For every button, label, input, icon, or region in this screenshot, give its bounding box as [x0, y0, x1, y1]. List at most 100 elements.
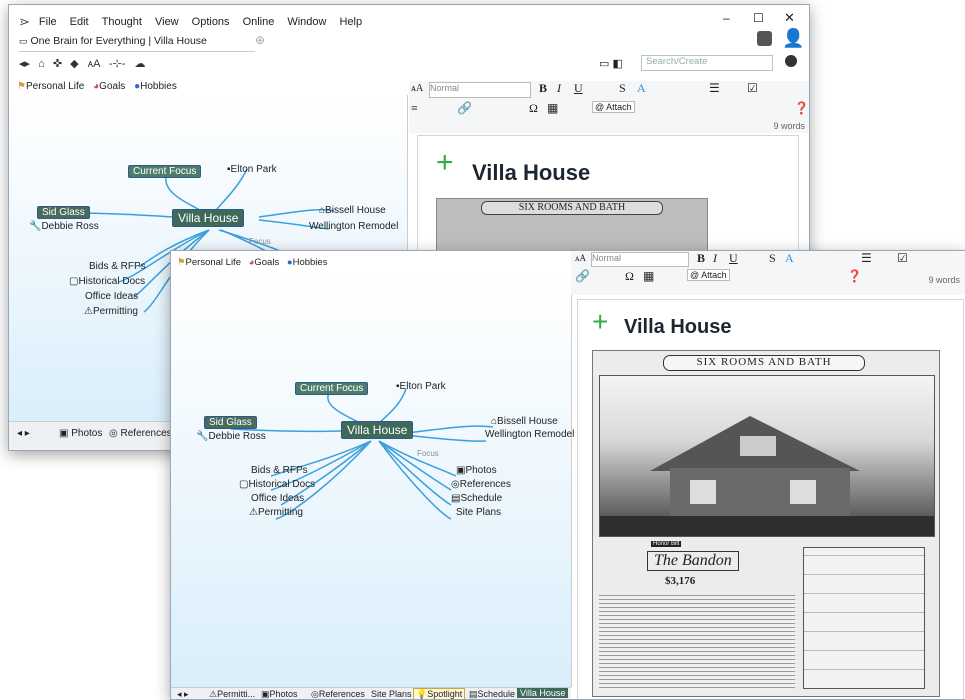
user-icon[interactable]: 👤: [782, 28, 804, 49]
node-sid-glass[interactable]: Sid Glass: [204, 416, 257, 429]
font-size-tool[interactable]: ᴀA: [575, 253, 586, 263]
pin-personal-life[interactable]: ⚑Personal Life: [17, 81, 84, 92]
menu-file[interactable]: File: [39, 16, 57, 28]
pin-goals[interactable]: ◕Goals: [249, 257, 280, 268]
pin-hobbies[interactable]: ●Hobbies: [287, 257, 328, 268]
node-elton-park[interactable]: ▪Elton Park: [227, 164, 277, 175]
menu-help[interactable]: Help: [339, 16, 362, 28]
strike-button[interactable]: S: [619, 81, 626, 96]
table-button[interactable]: ▦: [643, 269, 654, 284]
help-button[interactable]: ❓: [847, 269, 862, 284]
add-icon[interactable]: +: [436, 146, 454, 180]
italic-button[interactable]: I: [713, 251, 717, 266]
node-current-focus[interactable]: Current Focus: [128, 165, 202, 178]
checkbox-button[interactable]: ☑: [747, 81, 758, 96]
footer-nav-icon[interactable]: ◂ ▸: [177, 689, 189, 699]
link-button[interactable]: 🔗: [457, 101, 472, 116]
note-title[interactable]: Villa House: [472, 160, 590, 186]
node-debbie-ross[interactable]: 🔧Debbie Ross: [196, 431, 266, 442]
node-site-plans[interactable]: Site Plans: [456, 507, 501, 518]
bullets-button[interactable]: ☰: [861, 251, 872, 266]
bullets-button[interactable]: ☰: [709, 81, 720, 96]
node-historical-docs[interactable]: ▢Historical Docs: [239, 479, 315, 490]
footer-permitting[interactable]: ⚠Permitti...: [209, 689, 255, 699]
footer-spotlight[interactable]: 💡Spotlight: [413, 688, 466, 699]
node-debbie-ross[interactable]: 🔧Debbie Ross: [29, 221, 99, 232]
help-button[interactable]: ❓: [794, 101, 809, 116]
plex-map-front[interactable]: Current Focus ▪Elton Park Sid Glass 🔧Deb…: [171, 269, 574, 687]
pin-goals[interactable]: ◕Goals: [93, 81, 125, 92]
footer-nav-icon[interactable]: ◂ ▸: [17, 428, 30, 439]
node-bids-rfps[interactable]: Bids & RFPs: [89, 261, 146, 272]
font-color-button[interactable]: A: [637, 81, 646, 96]
omega-button[interactable]: Ω: [529, 101, 538, 116]
node-wellington-remodel[interactable]: Wellington Remodel: [309, 221, 398, 232]
checkbox-button[interactable]: ☑: [897, 251, 908, 266]
layout-icon[interactable]: -⊹-: [109, 58, 126, 70]
maximize-button[interactable]: ☐: [753, 11, 764, 25]
menu-thought[interactable]: Thought: [102, 16, 142, 28]
dice-icon[interactable]: [757, 31, 772, 46]
search-box[interactable]: Search/Create: [641, 55, 773, 71]
back-icon[interactable]: ◂▸: [19, 58, 30, 70]
node-bissell-house[interactable]: ⌂Bissell House: [319, 205, 386, 216]
menu-edit[interactable]: Edit: [70, 16, 89, 28]
node-historical-docs[interactable]: ▢Historical Docs: [69, 276, 145, 287]
cloud-icon[interactable]: ☁: [135, 58, 146, 70]
underline-button[interactable]: U: [729, 251, 738, 266]
node-permitting[interactable]: ⚠Permitting: [249, 507, 303, 518]
add-tab-button[interactable]: ⊕: [255, 33, 265, 47]
node-schedule[interactable]: ▤Schedule: [451, 493, 502, 504]
bold-button[interactable]: B: [697, 251, 705, 266]
menu-options[interactable]: Options: [192, 16, 230, 28]
font-size-icon[interactable]: ᴀA: [88, 58, 100, 70]
pin-hobbies[interactable]: ●Hobbies: [134, 81, 177, 92]
attach-button[interactable]: @ Attach: [592, 101, 635, 113]
tools-icon[interactable]: ✜: [53, 58, 62, 70]
footer-photos[interactable]: ▣Photos: [261, 689, 298, 699]
footer-references[interactable]: ◎References: [311, 689, 365, 699]
minimize-button[interactable]: –: [723, 11, 730, 25]
node-villa-house-active[interactable]: Villa House: [172, 209, 245, 227]
add-icon[interactable]: +: [592, 306, 608, 338]
node-villa-house-active[interactable]: Villa House: [341, 421, 414, 439]
brain-tab[interactable]: ▭ One Brain for Everything | Villa House: [19, 35, 255, 52]
node-bissell-house[interactable]: ⌂Bissell House: [491, 416, 558, 427]
font-color-button[interactable]: A: [785, 251, 794, 266]
note-title[interactable]: Villa House: [624, 316, 731, 339]
note-page-front[interactable]: + Villa House SIX ROOMS AND BATH Honor B…: [577, 299, 964, 699]
catalog-image[interactable]: SIX ROOMS AND BATH Honor Bilt The Bandon…: [592, 350, 940, 697]
omega-button[interactable]: Ω: [625, 269, 634, 284]
style-select[interactable]: Normal: [591, 252, 689, 267]
footer-villa-house[interactable]: Villa House: [517, 688, 569, 698]
node-elton-park[interactable]: ▪Elton Park: [396, 381, 446, 392]
home-icon[interactable]: ⌂: [38, 58, 45, 70]
footer-photos[interactable]: ▣ Photos: [59, 428, 102, 439]
close-button[interactable]: ✕: [784, 10, 795, 26]
node-office-ideas[interactable]: Office Ideas: [85, 291, 138, 302]
node-wellington-remodel[interactable]: Wellington Remodel: [485, 429, 574, 440]
node-office-ideas[interactable]: Office Ideas: [251, 493, 304, 504]
node-references[interactable]: ◎References: [451, 479, 511, 490]
node-sid-glass[interactable]: Sid Glass: [37, 206, 90, 219]
style-select[interactable]: Normal: [429, 82, 531, 98]
node-photos[interactable]: ▣Photos: [456, 465, 497, 476]
table-button[interactable]: ▦: [547, 101, 558, 116]
node-permitting[interactable]: ⚠Permitting: [84, 306, 138, 317]
bold-button[interactable]: B: [539, 81, 547, 96]
attach-button[interactable]: @ Attach: [687, 269, 730, 281]
node-bids-rfps[interactable]: Bids & RFPs: [251, 465, 308, 476]
underline-button[interactable]: U: [574, 81, 583, 96]
footer-schedule[interactable]: ▤Schedule: [469, 689, 515, 699]
layout-toggle-icon[interactable]: ▭ ◧: [599, 57, 623, 70]
menu-window[interactable]: Window: [287, 16, 326, 28]
menu-view[interactable]: View: [155, 16, 179, 28]
pin-personal-life[interactable]: ⚑Personal Life: [177, 257, 241, 268]
tag-icon[interactable]: ◆: [70, 58, 78, 70]
align-left-button[interactable]: ≡: [411, 101, 418, 116]
menu-online[interactable]: Online: [243, 16, 275, 28]
footer-references[interactable]: ◎ References: [109, 428, 172, 439]
link-button[interactable]: 🔗: [575, 269, 590, 284]
italic-button[interactable]: I: [557, 81, 561, 96]
node-current-focus[interactable]: Current Focus: [295, 382, 369, 395]
